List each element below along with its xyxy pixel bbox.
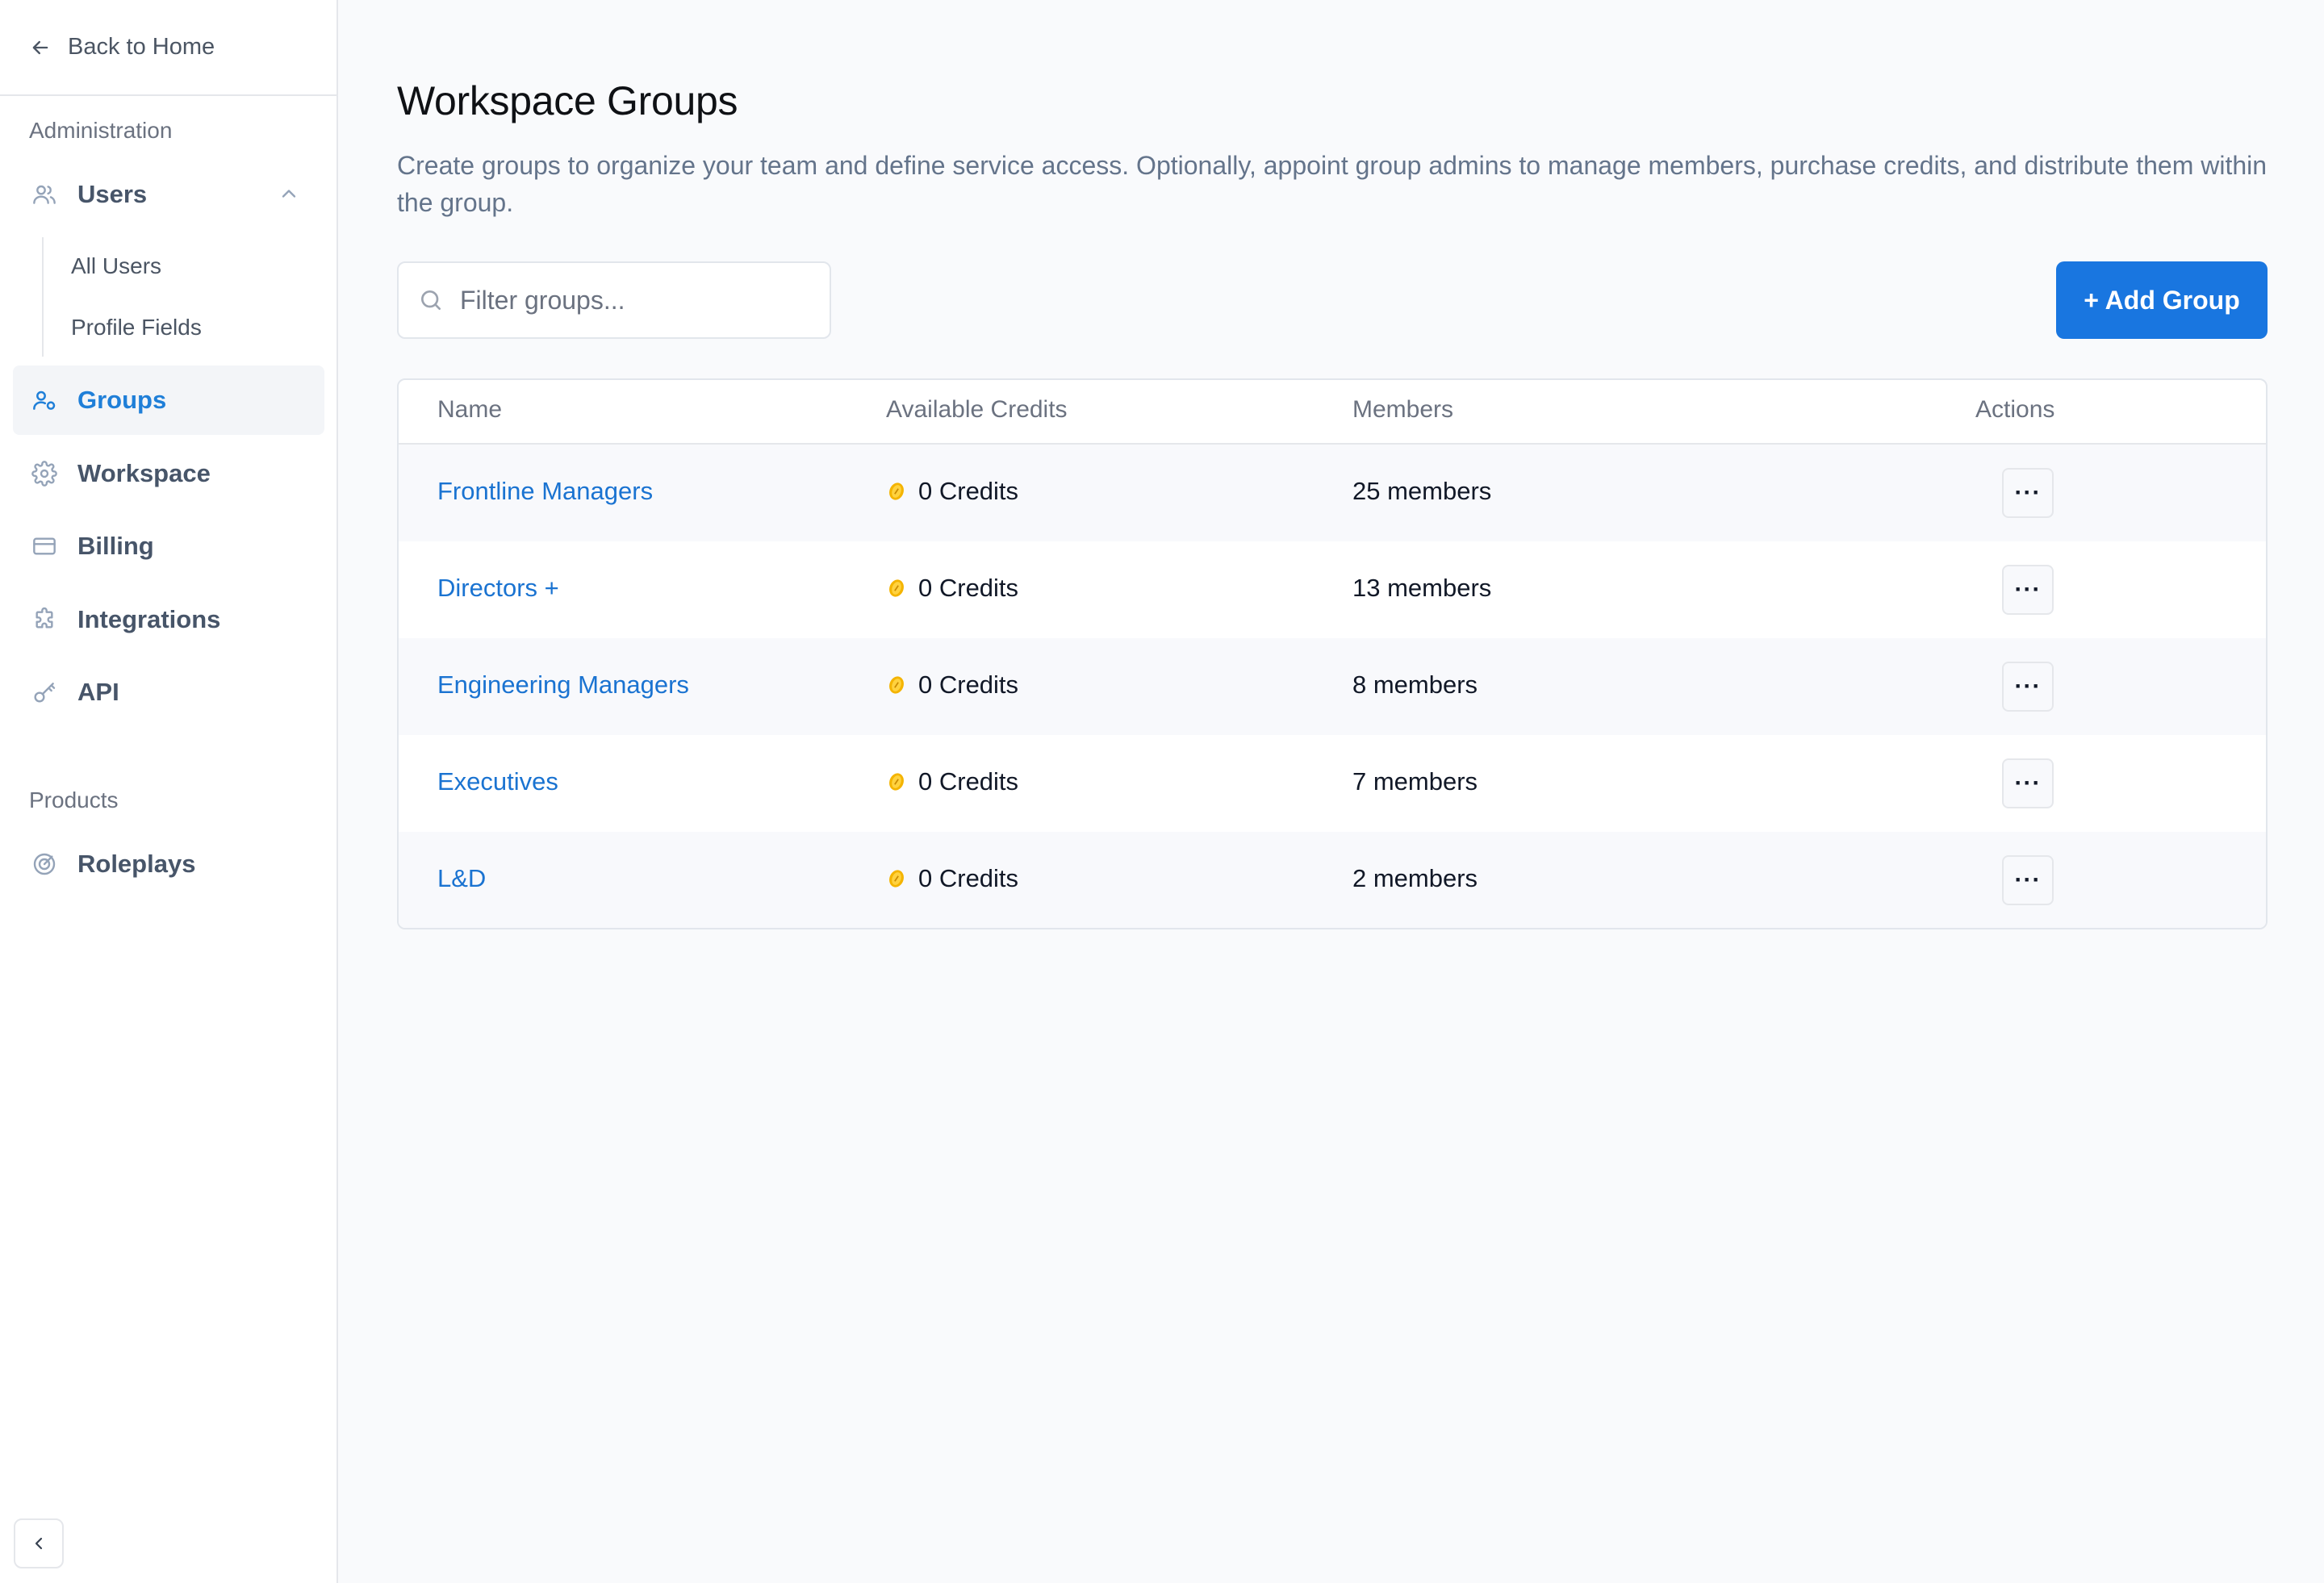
coin-icon: [889, 676, 904, 694]
credits-cell: 0 Credits: [886, 864, 1018, 893]
table-row: Directors + 0 Credits 13 members ···: [399, 541, 2266, 638]
group-name-link[interactable]: Directors +: [437, 574, 559, 603]
column-header-members[interactable]: Members: [1352, 396, 1453, 424]
collapse-sidebar-button[interactable]: [14, 1518, 64, 1568]
target-icon: [31, 850, 58, 878]
arrow-left-icon: [32, 40, 48, 54]
credits-value: 0 Credits: [918, 574, 1019, 602]
key-icon: [31, 679, 58, 706]
table-row: Executives 0 Credits 7 members ···: [399, 735, 2266, 832]
table-row: L&D 0 Credits 2 members ···: [399, 832, 2266, 928]
search-icon: [421, 290, 441, 310]
users-icon: [31, 181, 58, 208]
table-body: Frontline Managers 0 Credits 25 members …: [399, 445, 2266, 928]
row-actions-button[interactable]: ···: [2002, 468, 2054, 518]
column-header-name[interactable]: Name: [437, 396, 502, 424]
page-description: Create groups to organize your team and …: [397, 151, 2268, 217]
credits-value: 0 Credits: [918, 767, 1019, 796]
table-header: Name Available Credits Members Actions: [399, 380, 2266, 445]
column-header-actions: Actions: [1975, 396, 2055, 423]
members-count: 25 members: [1352, 477, 1492, 505]
credits-value: 0 Credits: [918, 864, 1019, 892]
sidebar-item-groups-label: Groups: [77, 386, 167, 414]
row-actions-button[interactable]: ···: [2002, 758, 2054, 808]
table-row: Frontline Managers 0 Credits 25 members …: [399, 445, 2266, 541]
members-count: 2 members: [1352, 864, 1478, 892]
credits-cell: 0 Credits: [886, 767, 1018, 796]
row-actions-button[interactable]: ···: [2002, 855, 2054, 905]
group-name-link[interactable]: Engineering Managers: [437, 670, 689, 700]
users-submenu: [42, 237, 44, 357]
filter-groups-search[interactable]: [397, 261, 831, 339]
page-title: Workspace Groups: [397, 78, 738, 123]
credits-value: 0 Credits: [918, 670, 1019, 699]
sidebar-item-integrations[interactable]: Integrations: [13, 585, 324, 654]
sidebar-item-api[interactable]: API: [13, 658, 324, 727]
back-to-home-label: Back to Home: [68, 34, 215, 60]
coin-icon: [889, 870, 904, 888]
sidebar-item-workspace-label: Workspace: [77, 459, 211, 487]
groups-icon: [31, 386, 58, 414]
sidebar-item-billing[interactable]: Billing: [13, 512, 324, 581]
coin-icon: [889, 773, 904, 791]
groups-table: Name Available Credits Members Actions F…: [397, 378, 2268, 929]
table-row: Engineering Managers 0 Credits 8 members…: [399, 638, 2266, 735]
gear-icon: [31, 460, 58, 487]
row-actions-button[interactable]: ···: [2002, 565, 2054, 615]
sidebar-item-workspace[interactable]: Workspace: [13, 439, 324, 508]
members-count: 7 members: [1352, 767, 1478, 796]
sidebar-subitem-all-users[interactable]: All Users: [71, 253, 161, 279]
sidebar: Back to Home Administration Users All Us…: [0, 0, 338, 1583]
sidebar-item-roleplays[interactable]: Roleplays: [13, 829, 324, 899]
coin-icon: [889, 579, 904, 597]
back-to-home-link[interactable]: Back to Home: [0, 0, 336, 96]
members-count: 8 members: [1352, 670, 1478, 699]
filter-groups-input[interactable]: [460, 285, 815, 315]
sidebar-item-billing-label: Billing: [77, 532, 154, 560]
members-count: 13 members: [1352, 574, 1492, 602]
chevron-up-icon[interactable]: [278, 182, 300, 205]
coin-icon: [889, 482, 904, 500]
sidebar-item-groups[interactable]: Groups: [13, 365, 324, 435]
group-name-link[interactable]: L&D: [437, 864, 486, 893]
sidebar-item-roleplays-label: Roleplays: [77, 850, 196, 878]
sidebar-subitem-profile-fields[interactable]: Profile Fields: [71, 315, 202, 340]
sidebar-item-users[interactable]: Users: [13, 160, 324, 229]
credits-cell: 0 Credits: [886, 670, 1018, 700]
sidebar-item-integrations-label: Integrations: [77, 605, 221, 633]
chevron-left-icon: [35, 1537, 43, 1550]
administration-section-label: Administration: [29, 118, 173, 143]
credits-cell: 0 Credits: [886, 574, 1018, 603]
group-name-link[interactable]: Frontline Managers: [437, 477, 653, 506]
products-section-label: Products: [29, 787, 119, 812]
column-header-credits[interactable]: Available Credits: [886, 396, 1068, 424]
credits-cell: 0 Credits: [886, 477, 1018, 506]
credits-value: 0 Credits: [918, 477, 1019, 505]
sidebar-item-api-label: API: [77, 678, 119, 706]
group-name-link[interactable]: Executives: [437, 767, 558, 796]
puzzle-icon: [31, 606, 58, 633]
credit-card-icon: [31, 533, 58, 560]
row-actions-button[interactable]: ···: [2002, 662, 2054, 712]
add-group-button[interactable]: + Add Group: [2056, 261, 2268, 339]
sidebar-item-users-label: Users: [77, 180, 148, 208]
